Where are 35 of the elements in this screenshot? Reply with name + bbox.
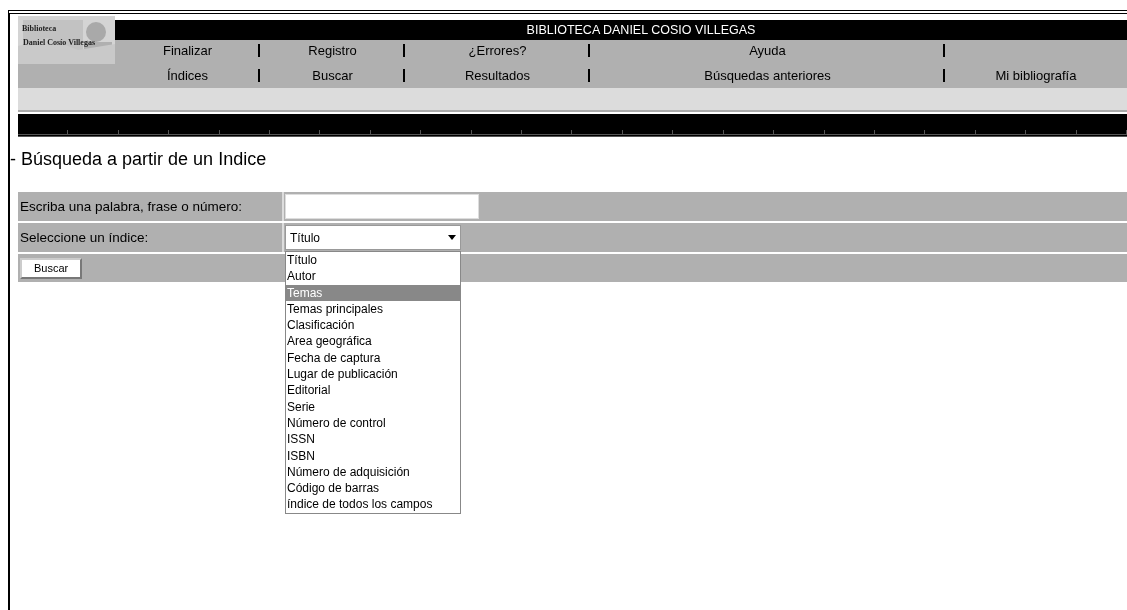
dropdown-option[interactable]: Editorial (286, 382, 460, 399)
dropdown-option[interactable]: Lugar de publicación (286, 366, 460, 383)
dropdown-option[interactable]: ISSN (286, 431, 460, 448)
nav-link[interactable]: Registro (308, 43, 357, 58)
nav-link[interactable]: Resultados (464, 68, 530, 83)
dropdown-option[interactable]: índice de todos los campos (286, 496, 460, 513)
dropdown-option[interactable]: Número de control (286, 414, 460, 432)
dropdown-option[interactable]: Serie (286, 398, 460, 415)
field-label: Seleccione un índice: (20, 230, 149, 245)
dropdown-option[interactable]: ISBN (286, 447, 460, 464)
dropdown-option[interactable]: Temas principales (286, 300, 460, 318)
dropdown-option[interactable]: Clasificación (286, 317, 460, 334)
dropdown-option[interactable]: Código de barras (286, 480, 460, 497)
page-heading: - Búsqueda a partir de un Indice (10, 149, 268, 170)
logo-text: Biblioteca (22, 24, 57, 33)
nav-link[interactable]: Índices (166, 68, 209, 83)
search-field[interactable] (285, 194, 479, 219)
index-dropdown[interactable]: Título (285, 225, 461, 250)
nav-link[interactable]: Ayuda (749, 43, 786, 58)
dropdown-option[interactable]: Area geográfica (286, 333, 460, 350)
nav-link[interactable]: Búsquedas anteriores (704, 68, 831, 83)
dropdown-option[interactable]: Autor (286, 268, 460, 285)
dropdown-option[interactable]: Fecha de captura (286, 349, 460, 367)
field-label: Escriba una palabra, frase o número: (20, 199, 243, 214)
search-button[interactable]: Buscar (20, 257, 83, 279)
caret-icon (448, 235, 456, 240)
nav-link[interactable]: Buscar (312, 68, 353, 83)
nav-link[interactable]: ¿Errores? (468, 43, 527, 58)
dropdown-option[interactable]: Temas (286, 284, 460, 301)
dropdown-option[interactable]: Número de adquisición (286, 463, 460, 481)
nav-link[interactable]: Finalizar (162, 43, 213, 58)
nav-link[interactable]: Mi bibliografía (995, 68, 1077, 83)
logo-text: Daniel Cosío Villegas (23, 38, 95, 47)
dropdown-option[interactable]: Título (286, 252, 460, 269)
site-title: BIBLIOTECA DANIEL COSIO VILLEGAS (526, 23, 756, 37)
